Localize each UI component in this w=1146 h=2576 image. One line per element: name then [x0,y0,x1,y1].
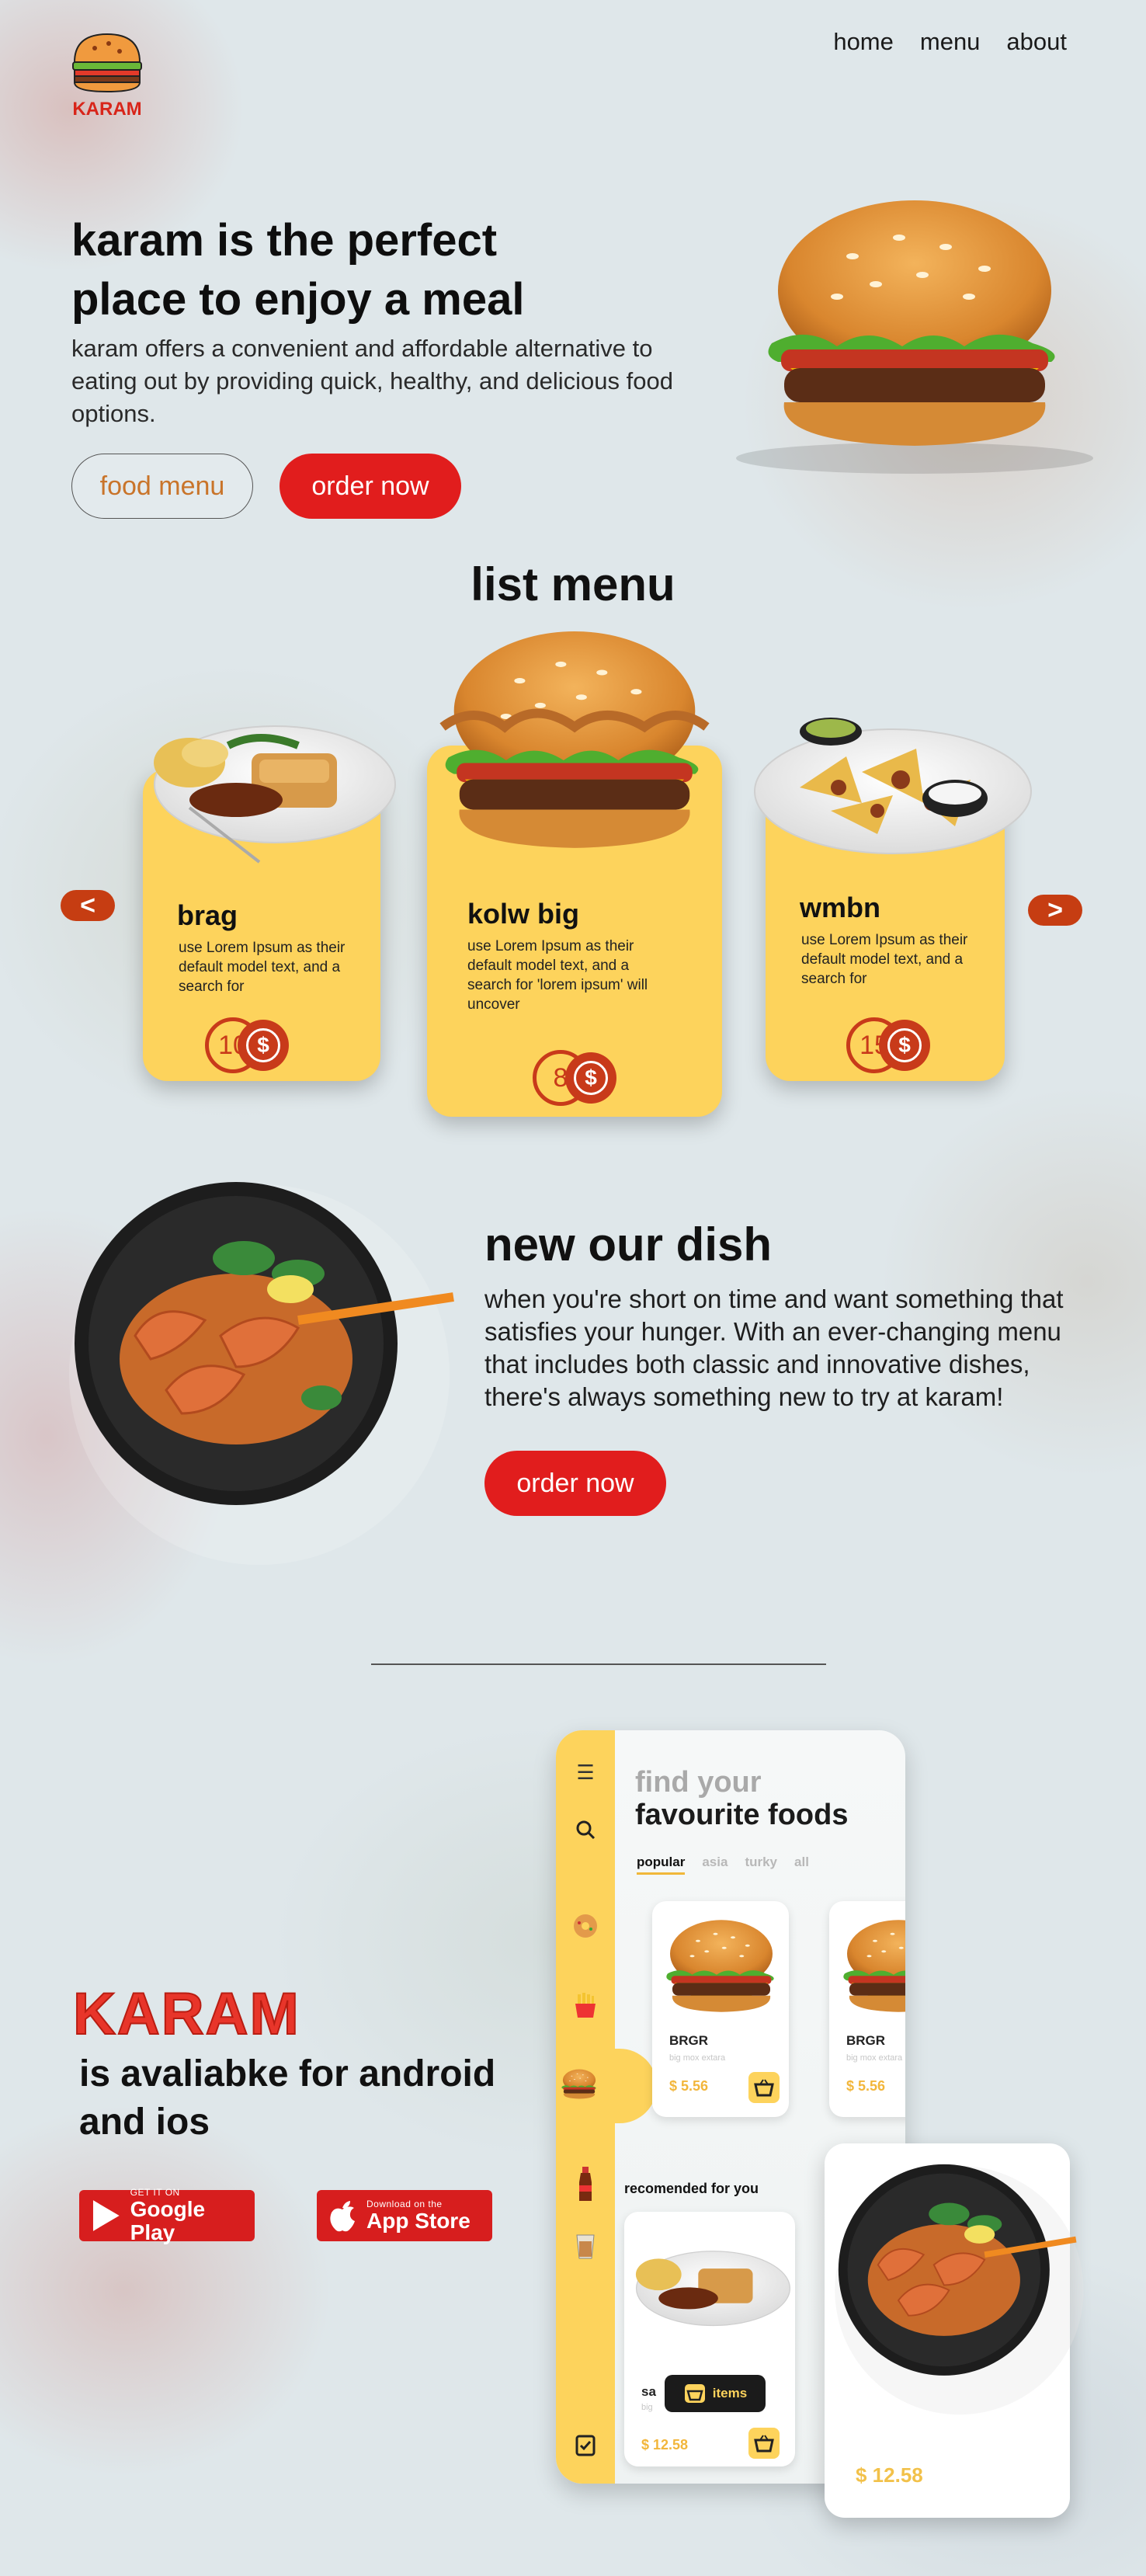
search-icon[interactable] [567,1811,604,1848]
google-play-main: Google Play [130,2197,206,2244]
big-burger-image [439,631,710,848]
rail-selected-indicator [595,2049,657,2123]
fries-category-icon[interactable] [567,1987,604,2024]
carousel-prev-button[interactable]: < [61,890,115,921]
google-play-sub: GET IT ON [130,2187,180,2198]
section-divider [371,1663,826,1665]
food-menu-button[interactable]: food menu [71,454,253,519]
list-menu-title: list menu [471,558,675,610]
burger-thumbnail [843,1920,905,2012]
phone-find-text: find your [635,1766,762,1799]
tab-all[interactable]: all [794,1855,809,1875]
recommended-food-card[interactable]: sa big $ 12.58 [624,2212,795,2466]
items-cart-button[interactable]: items [665,2375,766,2412]
burger-category-icon[interactable] [561,2066,598,2103]
checklist-icon[interactable] [567,2426,604,2463]
dollar-coin-icon: $ [565,1052,616,1104]
app-store-main: App Store [366,2209,471,2233]
menu-card-desc: use Lorem Ipsum as their default model t… [801,932,968,987]
food-sub: big mox extara [846,2053,903,2063]
donut-category-icon[interactable] [567,1907,604,1945]
popular-food-card[interactable]: BRGR big mox extara $ 5.56 [829,1901,905,2117]
menu-card-desc: use Lorem Ipsum as their default model t… [179,940,346,995]
top-nav: home menu about [833,28,1067,56]
hero-order-now-button[interactable]: order now [280,454,461,519]
nav-about[interactable]: about [1006,28,1067,56]
menu-card-name: brag [177,899,238,931]
dish-detail-card[interactable]: $ 12.58 [825,2143,1084,2518]
karam-logo[interactable]: KARAM [71,31,143,120]
food-price: $ 5.56 [846,2078,886,2094]
hero-description: karam offers a convenient and affordable… [71,335,673,427]
burger-logo-icon [72,33,142,93]
items-label: items [712,2386,748,2400]
basket-icon [684,2384,705,2403]
dollar-coin-icon: $ [238,1020,289,1071]
cart-icon[interactable] [748,2428,780,2459]
phone-favourite-text: favourite foods [635,1799,849,1831]
burger-thumbnail [666,1920,774,2012]
cart-icon[interactable] [748,2072,780,2103]
detail-price: $ 12.58 [856,2463,923,2487]
dish-order-now-button[interactable]: order now [484,1451,666,1516]
nav-menu[interactable]: menu [920,28,981,56]
shrimp-detail-image [835,2164,1084,2415]
app-availability-text: is avaliabke for android and ios [79,2053,496,2143]
menu-icon[interactable]: ☰ [567,1754,604,1791]
menu-card-name: wmbn [800,892,880,923]
dollar-coin-icon: $ [879,1020,930,1071]
cola-category-icon[interactable] [567,2165,604,2202]
google-play-button[interactable]: GET IT ON Google Play [79,2187,255,2244]
tab-popular[interactable]: popular [637,1855,686,1875]
hero-title-line2: place to enjoy a meal [71,274,525,325]
logo-text: KARAM [72,99,142,120]
hero-title: karam is the perfect place to enjoy a me… [71,211,615,329]
nav-home[interactable]: home [833,28,894,56]
tab-turky[interactable]: turky [745,1855,777,1875]
food-name: sa [641,2384,656,2399]
pie-dish-image [154,725,396,864]
food-sub: big [641,2403,653,2412]
food-name: BRGR [669,2033,709,2048]
apple-icon [330,2201,355,2232]
google-play-icon [92,2200,120,2231]
new-dish-description: when you're short on time and want somet… [484,1285,1064,1411]
hero-burger-image [736,200,1093,474]
phone-category-tabs: popular asia turky all [637,1855,809,1875]
menu-card-price: 8 $ [533,1050,616,1106]
app-store-button[interactable]: Download on the App Store [317,2190,492,2241]
food-name: BRGR [846,2033,886,2048]
app-brand-logo: KARAM [72,1980,300,2048]
menu-card-price: 10 $ [205,1017,289,1073]
food-price: $ 12.58 [641,2437,689,2453]
pie-thumbnail [635,2251,790,2327]
menu-card-desc: use Lorem Ipsum as their default model t… [467,938,648,1013]
recommended-title: recomended for you [624,2181,759,2196]
carousel-next-button[interactable]: > [1028,895,1082,926]
menu-card-price: 15 $ [846,1017,930,1073]
shrimp-dish-image [69,1182,454,1565]
new-dish-title: new our dish [484,1218,773,1271]
menu-card-name: kolw big [467,898,579,930]
app-store-sub: Download on the [366,2199,443,2209]
nachos-dish-image [754,718,1032,854]
drink-category-icon[interactable] [567,2227,604,2265]
tab-asia[interactable]: asia [702,1855,728,1875]
food-price: $ 5.56 [669,2078,709,2094]
food-sub: big mox extara [669,2053,726,2063]
hero-title-line1: karam is the perfect [71,215,498,266]
popular-food-card[interactable]: BRGR big mox extara $ 5.56 [652,1901,789,2117]
